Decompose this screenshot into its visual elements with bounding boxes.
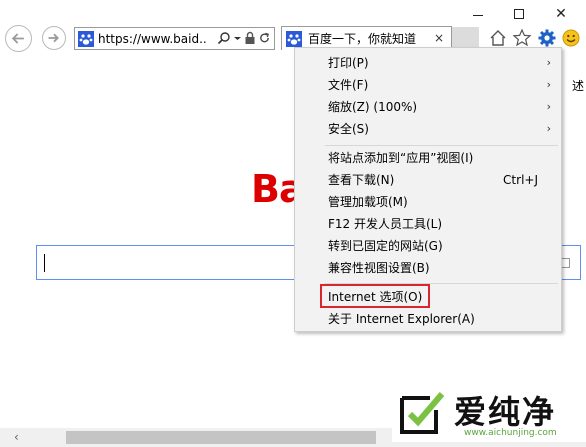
menu-item-print[interactable]: 打印(P) › <box>295 52 561 74</box>
tab-close-icon[interactable]: × <box>434 31 444 45</box>
scrollbar-thumb[interactable] <box>66 431 376 444</box>
menu-item-label: 打印(P) <box>328 56 369 70</box>
address-bar[interactable]: https://www.baid... <box>74 27 275 50</box>
menu-item-security[interactable]: 安全(S) › <box>295 118 561 140</box>
minimize-button[interactable] <box>468 4 488 24</box>
text-caret <box>44 254 45 272</box>
menu-item-label: 查看下载(N) <box>328 173 395 187</box>
watermark-logo-icon <box>400 392 445 434</box>
scroll-left-icon[interactable]: ‹ <box>14 430 19 444</box>
dropdown-icon[interactable] <box>233 31 242 45</box>
menu-item-add-site-to-apps[interactable]: 将站点添加到“应用”视图(I) <box>295 147 561 169</box>
menu-item-label: F12 开发人员工具(L) <box>328 217 443 231</box>
favorites-star-icon[interactable] <box>512 28 532 48</box>
baidu-favicon <box>286 30 302 47</box>
menu-item-compat-view[interactable]: 兼容性视图设置(B) <box>295 257 561 279</box>
refresh-icon[interactable] <box>258 31 271 45</box>
menu-item-label: Internet 选项(O) <box>328 290 423 304</box>
menu-item-f12-dev-tools[interactable]: F12 开发人员工具(L) <box>295 213 561 235</box>
maximize-button[interactable] <box>509 4 529 24</box>
maximize-icon <box>514 9 524 19</box>
menu-item-pinned-sites[interactable]: 转到已固定的网站(G) <box>295 235 561 257</box>
close-icon: ✕ <box>555 6 567 22</box>
menu-item-about-ie[interactable]: 关于 Internet Explorer(A) <box>295 308 561 330</box>
menu-item-label: 关于 Internet Explorer(A) <box>328 312 475 326</box>
submenu-arrow-icon: › <box>546 56 551 69</box>
watermark: 爱纯净 www.aichunjing.com <box>392 382 586 442</box>
watermark-text: 爱纯净 <box>454 393 557 431</box>
menu-item-label: 转到已固定的网站(G) <box>328 239 443 253</box>
forward-button[interactable] <box>42 26 66 50</box>
home-icon[interactable] <box>488 28 508 48</box>
menu-item-internet-options[interactable]: Internet 选项(O) <box>295 284 561 308</box>
submenu-arrow-icon: › <box>546 100 551 113</box>
back-icon <box>11 33 24 44</box>
menu-separator <box>325 145 558 146</box>
submenu-arrow-icon: › <box>546 78 551 91</box>
baidu-favicon <box>78 30 94 47</box>
menu-item-label: 安全(S) <box>328 122 369 136</box>
watermark-url: www.aichunjing.com <box>464 428 557 438</box>
menu-item-view-downloads[interactable]: 查看下载(N) Ctrl+J <box>295 169 561 191</box>
menu-item-label: 缩放(Z) (100%) <box>328 100 418 114</box>
tab-title: 百度一下，你就知道 <box>308 32 417 46</box>
minimize-icon <box>473 14 483 16</box>
smiley-icon[interactable] <box>561 28 581 48</box>
menu-item-zoom[interactable]: 缩放(Z) (100%) › <box>295 96 561 118</box>
menu-shortcut: Ctrl+J <box>503 173 538 187</box>
lock-icon[interactable] <box>244 31 256 45</box>
address-url[interactable]: https://www.baid... <box>98 32 208 46</box>
close-button[interactable]: ✕ <box>551 4 571 24</box>
menu-item-manage-addons[interactable]: 管理加载项(M) <box>295 191 561 213</box>
submenu-arrow-icon: › <box>546 122 551 135</box>
menu-item-file[interactable]: 文件(F) › <box>295 74 561 96</box>
menu-item-label: 将站点添加到“应用”视图(I) <box>328 151 474 165</box>
gear-icon[interactable] <box>537 28 557 48</box>
page-nav-text[interactable]: 述 <box>572 77 584 94</box>
menu-item-label: 管理加载项(M) <box>328 195 408 209</box>
menu-item-label: 文件(F) <box>328 78 369 92</box>
tools-menu: 打印(P) › 文件(F) › 缩放(Z) (100%) › 安全(S) › 将站点添加… <box>294 47 562 332</box>
menu-item-label: 兼容性视图设置(B) <box>328 261 430 275</box>
forward-icon <box>48 33 59 43</box>
back-button[interactable] <box>5 25 32 52</box>
search-icon[interactable] <box>217 31 231 45</box>
